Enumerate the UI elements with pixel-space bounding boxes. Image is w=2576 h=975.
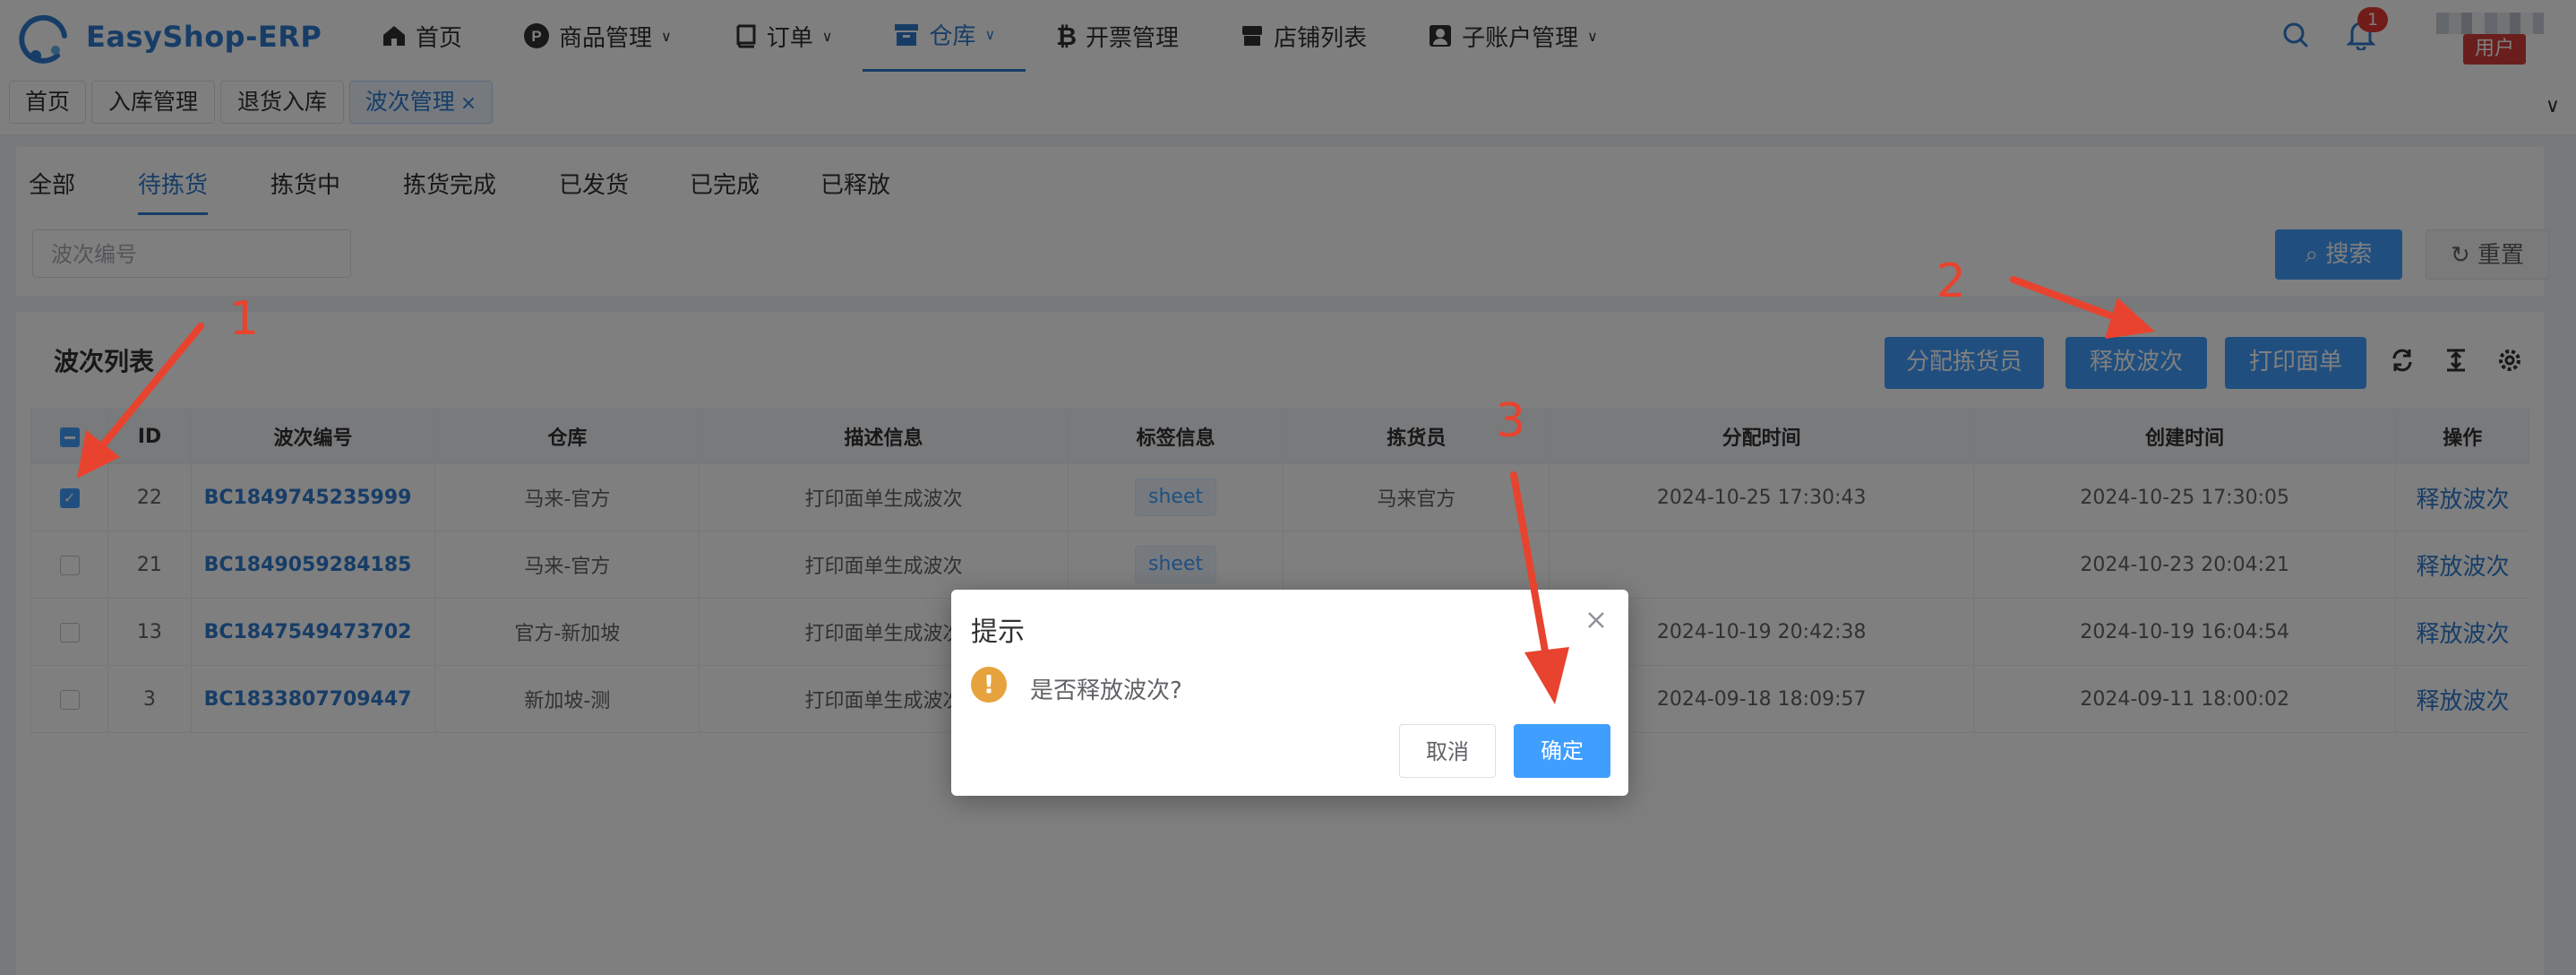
arrow-icon <box>2010 276 2155 339</box>
annotation-arrows <box>77 276 2155 704</box>
annotation-step-1: 1 <box>229 292 260 346</box>
annotation-step-3: 3 <box>1496 394 1526 448</box>
annotation-step-2: 2 <box>1936 255 1967 308</box>
arrow-icon <box>1510 471 1569 704</box>
arrow-icon <box>77 323 204 479</box>
